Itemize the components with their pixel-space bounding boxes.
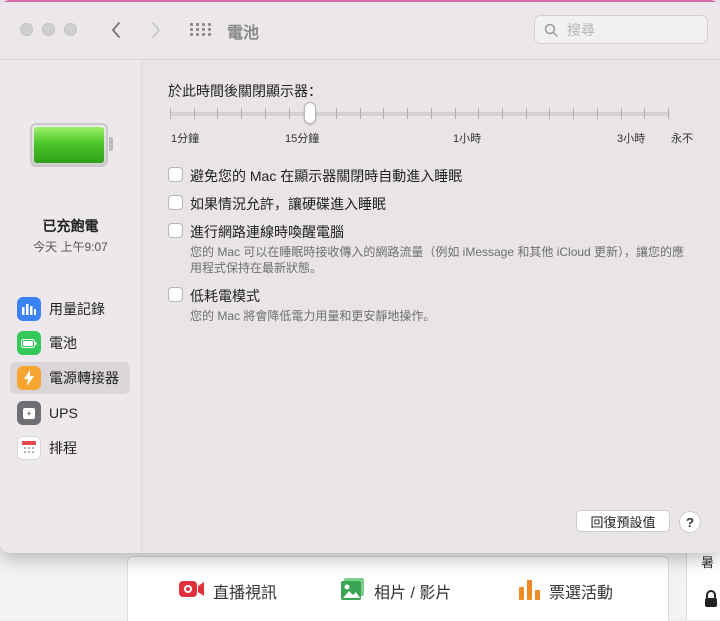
slider-tick bbox=[525, 108, 527, 119]
slider-tick bbox=[264, 108, 266, 119]
disk-sleep-checkbox[interactable] bbox=[168, 195, 183, 210]
slider-tick bbox=[549, 108, 551, 119]
slider-label-1hour: 1小時 bbox=[453, 133, 482, 145]
poll-bars-icon bbox=[517, 577, 541, 606]
prevent-sleep-label[interactable]: 避免您的 Mac 在顯示器關閉時自動進入睡眠 bbox=[190, 166, 462, 186]
disk-sleep-label[interactable]: 如果情況允許，讓硬碟進入睡眠 bbox=[190, 194, 386, 214]
search-input[interactable] bbox=[565, 20, 699, 39]
battery-status-title: 已充飽電 bbox=[42, 218, 99, 234]
chevron-right-icon bbox=[152, 22, 161, 38]
partial-text-glyph: 暑 bbox=[701, 555, 715, 570]
sidebar-item-label: 用量記錄 bbox=[49, 301, 105, 317]
close-window-button[interactable] bbox=[20, 23, 33, 36]
wake-network-description-line2: 用程式保持在最新狀態。 bbox=[190, 261, 323, 275]
show-all-grid-icon[interactable] bbox=[190, 23, 211, 37]
slider-tick bbox=[478, 108, 480, 119]
forward-button[interactable] bbox=[145, 18, 167, 42]
slider-tick bbox=[502, 108, 503, 119]
battery-status-icon bbox=[30, 123, 113, 167]
sidebar-item-usage-history[interactable]: 用量記錄 bbox=[10, 293, 130, 325]
battery-icon bbox=[17, 331, 41, 355]
photo-video-link[interactable]: 相片 / 影片 bbox=[340, 577, 452, 606]
poll-link[interactable]: 票選活動 bbox=[517, 578, 613, 604]
sidebar-item-power-adapter[interactable]: 電源轉接器 bbox=[10, 362, 130, 394]
slider-tick bbox=[668, 108, 669, 119]
sidebar: 已充飽電 今天 上午9:07 用量記錄 電池 電源轉接器 UPS 排程 bbox=[0, 60, 142, 553]
ups-icon bbox=[17, 401, 41, 425]
live-video-link[interactable]: 直播視訊 bbox=[178, 578, 277, 604]
back-button[interactable] bbox=[105, 18, 127, 42]
sidebar-item-battery[interactable]: 電池 bbox=[10, 327, 130, 359]
chart-bars-icon bbox=[17, 297, 41, 321]
live-video-label: 直播視訊 bbox=[213, 585, 278, 602]
poll-label: 票選活動 bbox=[549, 585, 614, 602]
photo-video-label: 相片 / 影片 bbox=[374, 585, 452, 602]
sidebar-item-label: 排程 bbox=[49, 440, 77, 456]
wake-network-label[interactable]: 進行網路連線時喚醒電腦 bbox=[190, 222, 344, 242]
slider-tick bbox=[407, 108, 409, 119]
sidebar-item-label: 電源轉接器 bbox=[49, 370, 119, 386]
slider-tick bbox=[620, 108, 622, 119]
slider-label-1min: 1分鐘 bbox=[171, 133, 200, 145]
sidebar-item-ups[interactable]: UPS bbox=[10, 397, 130, 429]
zoom-window-button[interactable] bbox=[64, 23, 77, 36]
slider-tick bbox=[288, 108, 290, 119]
display-off-slider-track[interactable] bbox=[170, 112, 670, 116]
restore-defaults-button[interactable]: 回復預設值 bbox=[576, 510, 670, 532]
battery-status-time: 今天 上午9:07 bbox=[33, 240, 108, 254]
slider-label-never: 永不 bbox=[671, 133, 693, 145]
sidebar-item-label: UPS bbox=[49, 405, 78, 421]
lightning-icon bbox=[17, 366, 41, 390]
search-field[interactable] bbox=[534, 15, 708, 44]
display-off-slider-thumb[interactable] bbox=[304, 102, 316, 124]
slider-tick bbox=[217, 108, 219, 119]
window-title: 電池 bbox=[227, 25, 260, 42]
slider-label-15min: 15分鐘 bbox=[285, 133, 320, 145]
slider-tick bbox=[596, 108, 598, 119]
wake-network-description-line1: 您的 Mac 可以在睡眠時接收傳入的網路流量（例如 iMessage 和其他 i… bbox=[190, 245, 685, 259]
slider-label-3hours: 3小時 bbox=[617, 133, 646, 145]
display-off-slider-title: 於此時間後關閉顯示器： bbox=[168, 83, 322, 99]
prevent-sleep-checkbox[interactable] bbox=[168, 167, 183, 182]
slider-tick bbox=[573, 108, 575, 119]
help-button[interactable]: ? bbox=[679, 511, 701, 533]
slider-tick bbox=[170, 108, 171, 119]
calendar-icon bbox=[17, 436, 41, 460]
slider-tick bbox=[454, 108, 456, 119]
slider-tick bbox=[430, 108, 432, 119]
low-power-mode-label[interactable]: 低耗電模式 bbox=[190, 286, 260, 306]
low-power-mode-description: 您的 Mac 將會降低電力用量和更安靜地操作。 bbox=[190, 309, 436, 323]
photo-icon bbox=[340, 577, 366, 606]
slider-tick bbox=[383, 108, 385, 119]
search-icon bbox=[544, 23, 558, 37]
lock-icon bbox=[704, 590, 718, 613]
slider-tick bbox=[359, 108, 361, 119]
window-top-edge bbox=[0, 0, 720, 2]
wake-network-checkbox[interactable] bbox=[168, 223, 183, 238]
sidebar-item-schedule[interactable]: 排程 bbox=[10, 432, 130, 464]
title-bar: 電池 bbox=[0, 0, 720, 60]
chevron-left-icon bbox=[111, 22, 120, 38]
slider-tick bbox=[644, 108, 646, 119]
low-power-mode-checkbox[interactable] bbox=[168, 287, 183, 302]
slider-tick bbox=[193, 108, 195, 119]
video-camera-icon bbox=[178, 578, 205, 605]
minimize-window-button[interactable] bbox=[42, 23, 55, 36]
slider-tick bbox=[241, 108, 243, 119]
sidebar-item-label: 電池 bbox=[49, 335, 77, 351]
slider-tick bbox=[336, 108, 337, 119]
battery-preferences-window: 電池 已充飽電 今天 上午9:07 用量記錄 電池 bbox=[0, 0, 720, 553]
